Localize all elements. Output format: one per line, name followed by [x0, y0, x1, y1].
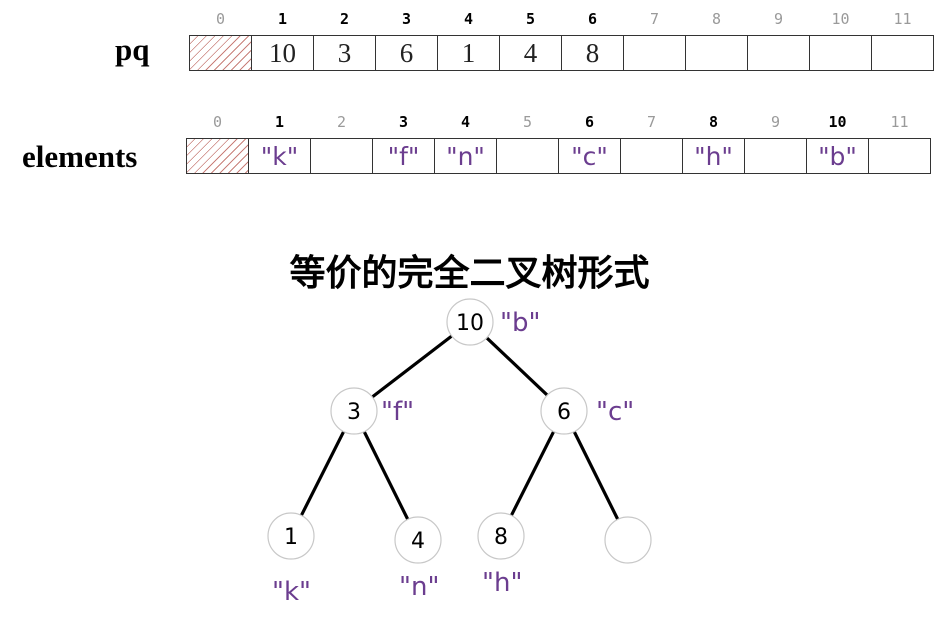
tree-edge	[572, 430, 620, 521]
tree-edge	[509, 429, 556, 518]
tree-node-label: "h"	[482, 568, 522, 598]
tree-node: 6 "c"	[540, 387, 634, 435]
tree-node: 1 "k"	[267, 512, 315, 607]
tree-node: 8 "h"	[477, 512, 525, 598]
tree-edge	[485, 336, 549, 397]
tree-edge	[362, 430, 410, 521]
tree-node-label: "k"	[272, 577, 311, 607]
tree-edge	[370, 334, 454, 399]
tree-node-label: "b"	[500, 308, 540, 338]
tree-node-label: "n"	[399, 572, 439, 602]
tree-node	[604, 516, 652, 564]
tree-node-value: 10	[456, 311, 484, 336]
tree-node-value: 3	[347, 400, 361, 425]
tree-node-value: 1	[284, 525, 298, 550]
binary-tree: 10 "b" 3 "f" 6 "c" 1 "k" 4 "n" 8 "h"	[267, 298, 652, 607]
tree-node-label: "c"	[596, 397, 634, 427]
tree-node-value: 4	[411, 529, 425, 554]
tree-node: 4 "n"	[394, 516, 442, 602]
tree-node-label: "f"	[381, 397, 414, 427]
tree-node-value: 6	[557, 400, 571, 425]
tree-node-circle	[604, 516, 652, 564]
tree-edge	[299, 429, 346, 518]
tree-node-value: 8	[494, 525, 508, 550]
tree-node: 10 "b"	[446, 298, 540, 346]
